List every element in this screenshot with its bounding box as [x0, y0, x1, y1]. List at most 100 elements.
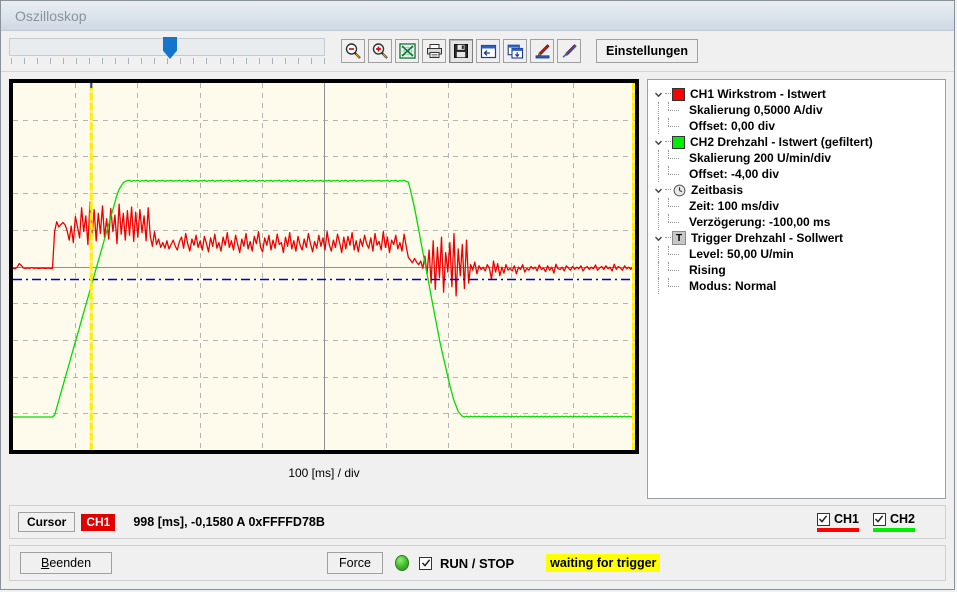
- cursor-button[interactable]: Cursor: [18, 512, 76, 532]
- tree-child-ch1-offset[interactable]: Offset: 0,00 div: [652, 118, 941, 134]
- run-stop-label: RUN / STOP: [440, 555, 515, 571]
- toolbar: Einstellungen: [1, 31, 954, 72]
- tree-label-ch1: CH1 Wirkstrom - Istwert: [690, 87, 826, 101]
- window-titlebar: Oszilloskop: [1, 1, 954, 31]
- ch1-toggle-label: CH1: [833, 512, 859, 526]
- chevron-down-icon[interactable]: [652, 90, 665, 99]
- tree-branch: [665, 118, 687, 134]
- tree-branch: [665, 278, 687, 294]
- tree-node-ch2[interactable]: CH2 Drehzahl - Istwert (gefiltert): [652, 134, 941, 150]
- tree-guide: [652, 262, 665, 278]
- channel-toggles: CH1 CH2: [803, 512, 937, 532]
- run-status-led: [395, 555, 409, 571]
- run-stop-group[interactable]: RUN / STOP: [419, 556, 514, 571]
- window-copy-icon: [507, 44, 524, 59]
- line-pen-button[interactable]: [557, 39, 581, 63]
- tree-node-ch1[interactable]: CH1 Wirkstrom - Istwert: [652, 86, 941, 102]
- tree-node-trigger[interactable]: T Trigger Drehzahl - Sollwert: [652, 230, 941, 246]
- tree-label-trigger: Trigger Drehzahl - Sollwert: [691, 231, 844, 245]
- ch1-toggle-group[interactable]: CH1: [816, 512, 859, 532]
- tree-child-delay[interactable]: Verzögerung: -100,00 ms: [652, 214, 941, 230]
- tree-child-label: Skalierung 200 U/min/div: [689, 151, 832, 165]
- tree-child-ch2-offset[interactable]: Offset: -4,00 div: [652, 166, 941, 182]
- main-content: 100 [ms] / div CH1 Wirkstrom - Istwert S…: [1, 72, 954, 499]
- scope-container: 100 [ms] / div: [9, 79, 639, 499]
- tree-child-ch2-scaling[interactable]: Skalierung 200 U/min/div: [652, 150, 941, 166]
- tree-child-label: Zeit: 100 ms/div: [689, 199, 780, 213]
- ch2-toggle-label: CH2: [889, 512, 915, 526]
- tree-child-mode[interactable]: Modus: Normal: [652, 278, 941, 294]
- ch2-toggle-group[interactable]: CH2: [872, 512, 915, 532]
- tree-connector: [665, 141, 671, 143]
- tree-label-ch2: CH2 Drehzahl - Istwert (gefiltert): [690, 135, 873, 149]
- tree-guide: [652, 214, 665, 230]
- tree-branch: [665, 246, 687, 262]
- ch2-color-bar: [872, 528, 915, 532]
- excel-export-button[interactable]: [395, 39, 419, 63]
- tree-child-time[interactable]: Zeit: 100 ms/div: [652, 198, 941, 214]
- zoom-out-button[interactable]: [341, 39, 365, 63]
- tree-branch: [665, 166, 687, 182]
- quit-label-rest: eenden: [49, 556, 92, 570]
- floppy-disk-icon: [453, 43, 469, 59]
- tree-child-label: Rising: [689, 263, 726, 277]
- window-import-icon: [480, 44, 497, 59]
- time-position-slider[interactable]: [9, 37, 327, 67]
- tree-child-edge[interactable]: Rising: [652, 262, 941, 278]
- tree-connector: [665, 237, 671, 239]
- tree-connector: [665, 93, 671, 95]
- run-stop-checkbox[interactable]: [419, 556, 432, 570]
- tree-guide: [652, 150, 665, 166]
- zoom-in-button[interactable]: [368, 39, 392, 63]
- cursor-channel-badge: CH1: [81, 513, 116, 531]
- excel-icon: [398, 43, 416, 59]
- save-button[interactable]: [449, 39, 473, 63]
- cursor-status-bar: Cursor CH1 998 [ms], -0,1580 A 0xFFFFD78…: [9, 505, 946, 539]
- tree-branch: [665, 150, 687, 166]
- tree-branch: [665, 262, 687, 278]
- chevron-down-icon[interactable]: [652, 186, 665, 195]
- tree-guide: [652, 246, 665, 262]
- zoom-in-icon: [371, 42, 389, 60]
- printer-icon: [426, 43, 443, 59]
- cursor-readout: 998 [ms], -0,1580 A 0xFFFFD78B: [133, 515, 325, 529]
- ch2-visibility-checkbox[interactable]: [872, 512, 886, 526]
- x-axis-label: 100 [ms] / div: [288, 466, 360, 480]
- tree-child-level[interactable]: Level: 50,00 U/min: [652, 246, 941, 262]
- settings-button[interactable]: Einstellungen: [596, 39, 698, 63]
- settings-tree-panel[interactable]: CH1 Wirkstrom - Istwert Skalierung 0,500…: [647, 79, 946, 499]
- force-trigger-button[interactable]: Force: [327, 552, 383, 574]
- tree-child-label: Modus: Normal: [689, 279, 777, 293]
- ch2-toggle-line[interactable]: CH2: [872, 512, 915, 526]
- tree-branch: [665, 214, 687, 230]
- tree-guide: [652, 166, 665, 182]
- tree-node-timebase[interactable]: Zeitbasis: [652, 182, 941, 198]
- chevron-down-icon[interactable]: [652, 138, 665, 147]
- ch1-toggle-line[interactable]: CH1: [816, 512, 859, 526]
- tree-guide: [652, 118, 665, 134]
- quit-accel-letter: B: [40, 556, 50, 570]
- load-window-button[interactable]: [476, 39, 500, 63]
- slider-ticks: [11, 58, 325, 65]
- trigger-t-icon: T: [672, 231, 686, 245]
- pen-blue-icon: [534, 43, 551, 59]
- waveform-plot[interactable]: [9, 79, 639, 454]
- waveform-svg: [13, 83, 635, 450]
- print-button[interactable]: [422, 39, 446, 63]
- ch1-visibility-checkbox[interactable]: [816, 512, 830, 526]
- tree-label-timebase: Zeitbasis: [691, 183, 744, 197]
- ch1-color-bar: [816, 528, 859, 532]
- tree-child-ch1-scaling[interactable]: Skalierung 0,5000 A/div: [652, 102, 941, 118]
- chevron-down-icon[interactable]: [652, 234, 665, 243]
- window-title: Oszilloskop: [15, 7, 87, 24]
- zoom-out-icon: [344, 42, 362, 60]
- quit-button[interactable]: Beenden: [20, 552, 112, 574]
- copy-window-button[interactable]: [503, 39, 527, 63]
- tree-child-label: Offset: 0,00 div: [689, 119, 776, 133]
- tree-guide: [652, 278, 665, 294]
- tree-branch: [665, 102, 687, 118]
- tree-child-label: Verzögerung: -100,00 ms: [689, 215, 831, 229]
- tree-child-label: Skalierung 0,5000 A/div: [689, 103, 823, 117]
- pen-line-icon: [561, 43, 578, 59]
- marker-pen-button[interactable]: [530, 39, 554, 63]
